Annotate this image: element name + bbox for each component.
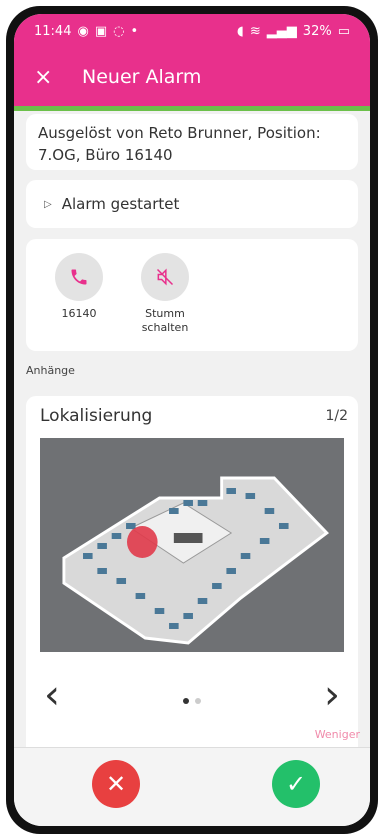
battery-percentage: 32% (302, 23, 332, 39)
wifi-icon: ≋ (249, 23, 261, 39)
close-icon[interactable]: × (34, 65, 64, 90)
attachment-title: Lokalisierung (40, 406, 153, 426)
app-screen: 11:44 ◉ ▣ ◌ • ◖ ≋ ▂▄▆ 32% ▭ × Neuer Alar… (14, 14, 370, 826)
location-icon: ◌ (113, 23, 125, 39)
status-time: 11:44 (34, 23, 72, 39)
alarm-info-card: Ausgelöst von Reto Brunner, Position: 7.… (26, 114, 358, 170)
attachment-page-indicator: 1/2 (325, 408, 348, 424)
attachment-card: Lokalisierung 1/2 ‹ › (26, 396, 358, 758)
notification-icon: ◉ (77, 23, 89, 39)
status-bar: 11:44 ◉ ▣ ◌ • ◖ ≋ ▂▄▆ 32% ▭ (14, 14, 370, 48)
mute-icon (141, 253, 189, 301)
mute-action[interactable]: Stumm schalten (130, 253, 200, 335)
status-line (14, 106, 370, 111)
page-title: Neuer Alarm (82, 66, 202, 88)
alarm-trigger-text: Ausgelöst von Reto Brunner, Position: 7.… (38, 124, 321, 164)
app-bar: × Neuer Alarm (14, 48, 370, 106)
image-notification-icon: ▣ (94, 23, 108, 39)
phone-frame: 11:44 ◉ ▣ ◌ • ◖ ≋ ▂▄▆ 32% ▭ × Neuer Alar… (6, 6, 378, 834)
cancel-button[interactable]: ✕ (92, 760, 140, 808)
dot-icon: • (130, 23, 139, 39)
battery-icon: ▭ (337, 23, 350, 39)
confirm-button[interactable]: ✓ (272, 760, 320, 808)
phone-icon (55, 253, 103, 301)
check-icon: ✓ (285, 770, 307, 798)
call-action[interactable]: 16140 (44, 253, 114, 321)
attachments-label: Anhänge (26, 364, 75, 377)
mute-status-icon: ◖ (237, 23, 244, 39)
footer-bar: Weniger ✕ ✓ (14, 728, 370, 826)
floor-plan-image[interactable] (40, 438, 344, 652)
expand-icon: ▷ (44, 198, 52, 210)
alarm-status-card[interactable]: ▷ Alarm gestartet (26, 180, 358, 228)
actions-card: 16140 Stumm schalten (26, 239, 358, 351)
call-number: 16140 (61, 307, 97, 320)
page-dots (183, 698, 201, 704)
previous-button[interactable]: ‹ (44, 672, 60, 718)
mute-label: Stumm schalten (141, 307, 189, 334)
alarm-status-label: Alarm gestartet (61, 195, 180, 213)
page-dot-active (183, 698, 189, 704)
less-link[interactable]: Weniger (315, 728, 360, 741)
signal-icon: ▂▄▆ (266, 23, 297, 39)
close-icon: ✕ (105, 770, 127, 798)
next-button[interactable]: › (324, 672, 340, 718)
page-dot (195, 698, 201, 704)
